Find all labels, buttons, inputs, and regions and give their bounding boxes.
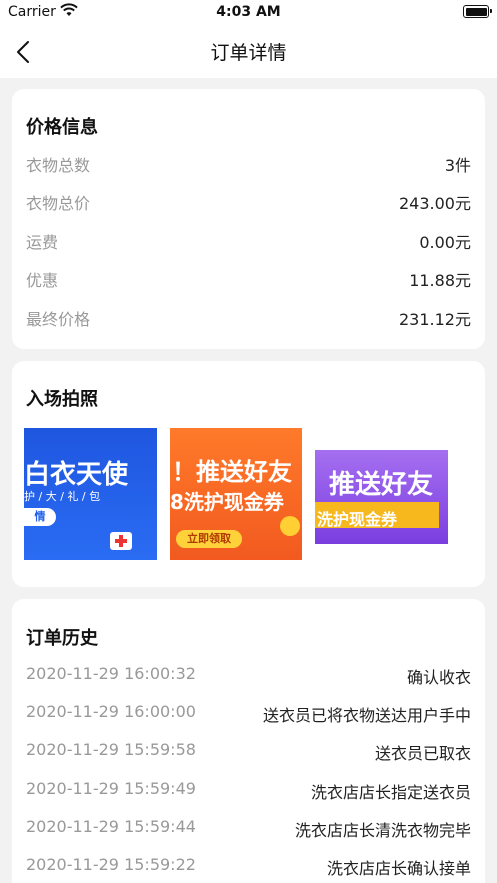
history-row: 2020-11-29 15:59:44 洗衣店店长清洗衣物完毕 — [26, 817, 471, 843]
price-row-label: 衣物总价 — [26, 194, 91, 213]
nav-bar: 订单详情 — [0, 24, 497, 78]
history-event: 洗衣店店长清洗衣物完毕 — [294, 821, 471, 840]
price-row-label: 最终价格 — [26, 310, 91, 329]
photo-thumbnail[interactable]: ！推送好友 8洗护现金券 立即领取 — [170, 428, 302, 560]
price-row-value: 11.88元 — [409, 271, 471, 290]
history-time: 2020-11-29 15:59:49 — [26, 779, 196, 798]
price-row: 运费 0.00元 — [26, 229, 471, 255]
status-bar: Carrier 4:03 AM — [0, 0, 497, 24]
history-time: 2020-11-29 16:00:32 — [26, 664, 196, 683]
clock: 4:03 AM — [216, 4, 281, 20]
price-info-title: 价格信息 — [26, 117, 98, 138]
page-title: 订单详情 — [210, 42, 287, 64]
price-row: 优惠 11.88元 — [26, 267, 471, 293]
coin-icon — [280, 516, 300, 536]
photos-title: 入场拍照 — [26, 389, 98, 410]
photo-banner-subtext: 护 / 大 / 礼 / 包 — [24, 490, 101, 503]
history-row: 2020-11-29 16:00:00 送衣员已将衣物送达用户手中 — [26, 702, 471, 728]
battery-icon — [463, 5, 492, 18]
photo-banner-subtext: 洗护现金券 — [317, 510, 398, 529]
history-event: 确认收衣 — [406, 668, 471, 687]
photo-banner-subtext: 8洗护现金券 — [170, 490, 284, 514]
photo-banner-text: ！推送好友 — [172, 458, 292, 486]
order-history-card: 订单历史 2020-11-29 16:00:32 确认收衣 2020-11-29… — [12, 599, 485, 883]
photos-card: 入场拍照 白衣天使 护 / 大 / 礼 / 包 情 ！推送好友 8洗护现金券 立… — [12, 361, 485, 587]
history-event: 洗衣店店长指定送衣员 — [310, 783, 471, 802]
history-event: 洗衣店店长确认接单 — [326, 859, 471, 878]
price-row-value: 231.12元 — [399, 310, 471, 329]
medkit-cross — [115, 539, 127, 543]
price-row-value: 0.00元 — [419, 233, 471, 252]
price-row-label: 优惠 — [26, 271, 59, 290]
order-history-title: 订单历史 — [26, 628, 98, 649]
history-row: 2020-11-29 15:59:22 洗衣店店长确认接单 — [26, 855, 471, 881]
price-row-value: 243.00元 — [399, 194, 471, 213]
history-time: 2020-11-29 15:59:22 — [26, 855, 196, 874]
price-row: 衣物总数 3件 — [26, 152, 471, 178]
history-row: 2020-11-29 15:59:58 送衣员已取衣 — [26, 740, 471, 766]
price-row: 衣物总价 243.00元 — [26, 190, 471, 216]
photo-banner-button: 情 — [24, 508, 56, 526]
price-info-card: 价格信息 衣物总数 3件 衣物总价 243.00元 运费 0.00元 优惠 11… — [12, 89, 485, 349]
price-row: 最终价格 231.12元 — [26, 306, 471, 332]
history-event: 送衣员已将衣物送达用户手中 — [262, 706, 471, 725]
history-row: 2020-11-29 16:00:32 确认收衣 — [26, 664, 471, 690]
photo-banner-text: 白衣天使 — [24, 460, 129, 490]
price-row-label: 运费 — [26, 233, 59, 252]
price-row-label: 衣物总数 — [26, 156, 91, 175]
photo-banner-text: 推送好友 — [329, 470, 434, 500]
history-time: 2020-11-29 15:59:44 — [26, 817, 196, 836]
price-row-value: 3件 — [444, 156, 471, 175]
history-time: 2020-11-29 16:00:00 — [26, 702, 196, 721]
history-event: 送衣员已取衣 — [374, 744, 471, 763]
photo-thumbnail[interactable]: 推送好友 洗护现金券 — [315, 450, 448, 544]
photo-thumbnail[interactable]: 白衣天使 护 / 大 / 礼 / 包 情 — [24, 428, 157, 560]
photo-banner-button: 立即领取 — [176, 530, 242, 548]
history-row: 2020-11-29 15:59:49 洗衣店店长指定送衣员 — [26, 779, 471, 805]
history-time: 2020-11-29 15:59:58 — [26, 740, 196, 759]
